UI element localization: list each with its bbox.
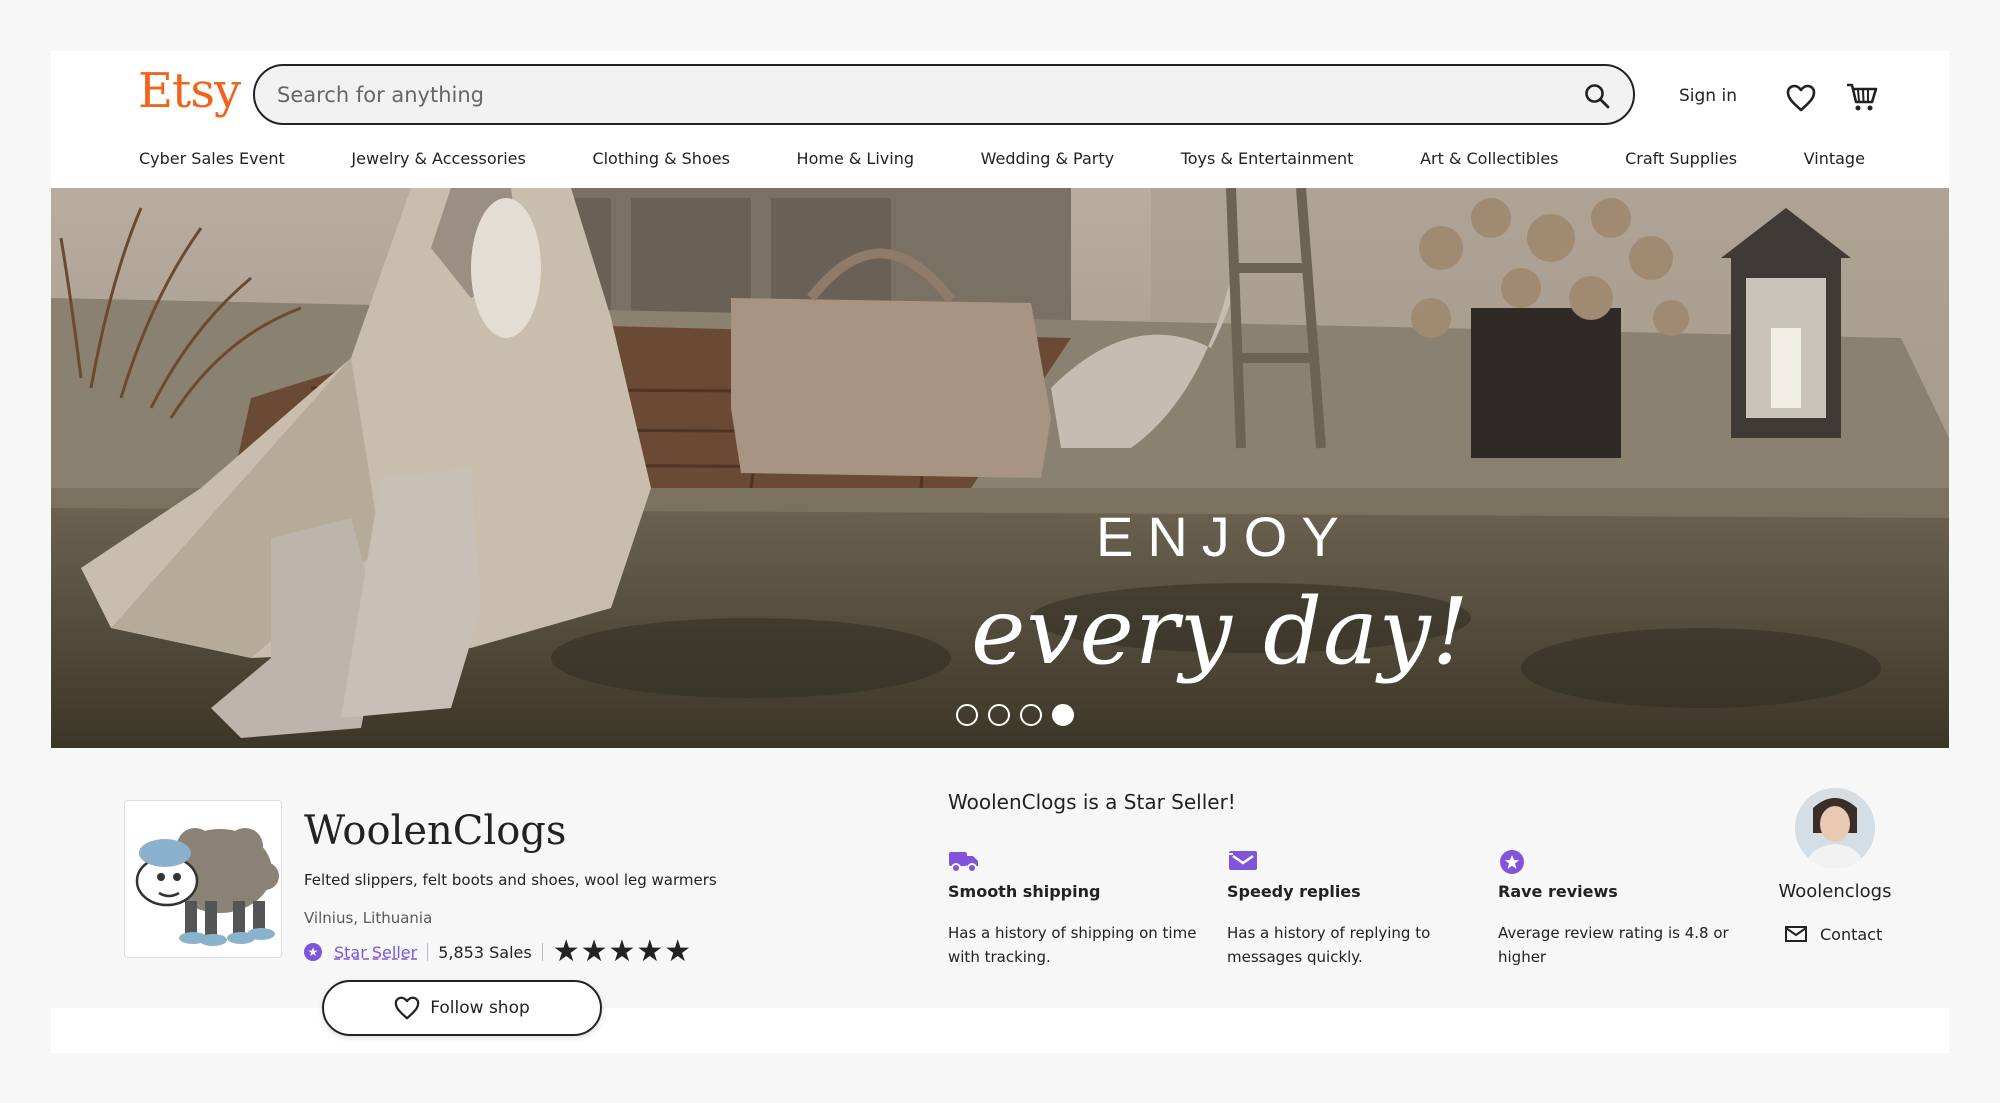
heart-icon xyxy=(1786,84,1816,112)
contact-label: Contact xyxy=(1820,924,1883,944)
nav-item-jewelry[interactable]: Jewelry & Accessories xyxy=(351,149,525,173)
sign-in-link[interactable]: Sign in xyxy=(1679,86,1737,106)
contact-button[interactable]: Contact xyxy=(1784,924,1882,944)
shop-logo[interactable] xyxy=(124,800,282,958)
feature-title: Smooth shipping xyxy=(948,882,1101,901)
feature-title: Speedy replies xyxy=(1227,882,1361,901)
shop-location: Vilnius, Lithuania xyxy=(304,909,433,927)
feature-title: Rave reviews xyxy=(1498,882,1618,901)
cart-icon xyxy=(1847,83,1878,111)
star-seller-link[interactable]: Star Seller xyxy=(334,943,417,962)
mail-icon xyxy=(1785,926,1807,942)
follow-shop-button[interactable]: Follow shop xyxy=(322,980,602,1036)
star-seller-badge-icon: ★ xyxy=(304,943,322,961)
cart-button[interactable] xyxy=(1841,76,1883,118)
nav-item-art[interactable]: Art & Collectibles xyxy=(1420,149,1558,173)
sales-count: 5,853 Sales xyxy=(438,942,532,962)
nav-item-toys[interactable]: Toys & Entertainment xyxy=(1181,149,1354,173)
shop-owner-avatar[interactable] xyxy=(1795,788,1875,868)
carousel-dot-1[interactable] xyxy=(956,704,978,726)
hero-headline: ENJOY xyxy=(1096,505,1353,568)
shop-owner-name[interactable]: Woolenclogs xyxy=(1751,881,1919,902)
feature-speedy-replies: Speedy replies Has a history of replying… xyxy=(1227,848,1487,969)
divider xyxy=(427,943,429,961)
hero-script-text: every day! xyxy=(971,578,1470,685)
search-icon xyxy=(1585,84,1610,109)
nav-item-home[interactable]: Home & Living xyxy=(797,149,914,173)
hero-banner[interactable]: ENJOY every day! xyxy=(51,188,1949,748)
carousel-dot-2[interactable] xyxy=(988,704,1010,726)
category-nav: Cyber Sales Event Jewelry & Accessories … xyxy=(139,149,1865,173)
shop-meta: ★ Star Seller 5,853 Sales ★★★★★ xyxy=(304,937,692,967)
shop-description: Felted slippers, felt boots and shoes, w… xyxy=(304,871,717,889)
divider xyxy=(541,943,543,961)
search-input[interactable] xyxy=(277,77,1537,113)
star-seller-title: WoolenClogs is a Star Seller! xyxy=(948,790,1236,814)
feature-description: Has a history of shipping on time with t… xyxy=(948,924,1197,966)
search-bar xyxy=(253,64,1635,125)
truck-icon xyxy=(948,848,1208,874)
follow-shop-label: Follow shop xyxy=(430,998,530,1018)
carousel-dots xyxy=(956,704,1074,726)
feature-rave-reviews: Rave reviews Average review rating is 4.… xyxy=(1498,848,1758,969)
heart-icon xyxy=(394,996,420,1020)
shop-name: WoolenClogs xyxy=(304,808,567,854)
nav-item-clothing[interactable]: Clothing & Shoes xyxy=(592,149,729,173)
carousel-dot-3[interactable] xyxy=(1020,704,1042,726)
nav-item-wedding[interactable]: Wedding & Party xyxy=(981,149,1114,173)
favorites-button[interactable] xyxy=(1781,78,1821,118)
rating-stars[interactable]: ★★★★★ xyxy=(553,937,692,967)
feature-description: Average review rating is 4.8 or higher xyxy=(1498,924,1729,966)
carousel-dot-4[interactable] xyxy=(1052,704,1074,726)
feature-smooth-shipping: Smooth shipping Has a history of shippin… xyxy=(948,848,1208,969)
nav-item-cyber-sales[interactable]: Cyber Sales Event xyxy=(139,149,285,173)
page-frame: Etsy Sign in Cyber Sales Event Jewelry &… xyxy=(51,51,1949,1053)
sheep-logo-icon xyxy=(135,828,279,946)
feature-description: Has a history of replying to messages qu… xyxy=(1227,924,1431,966)
search-button[interactable] xyxy=(1577,76,1617,116)
nav-item-vintage[interactable]: Vintage xyxy=(1804,149,1865,173)
message-icon xyxy=(1227,848,1487,874)
star-badge-icon xyxy=(1498,848,1758,874)
shop-info-band: WoolenClogs Felted slippers, felt boots … xyxy=(51,748,1949,1036)
etsy-logo[interactable]: Etsy xyxy=(138,63,241,119)
nav-item-craft[interactable]: Craft Supplies xyxy=(1625,149,1737,173)
